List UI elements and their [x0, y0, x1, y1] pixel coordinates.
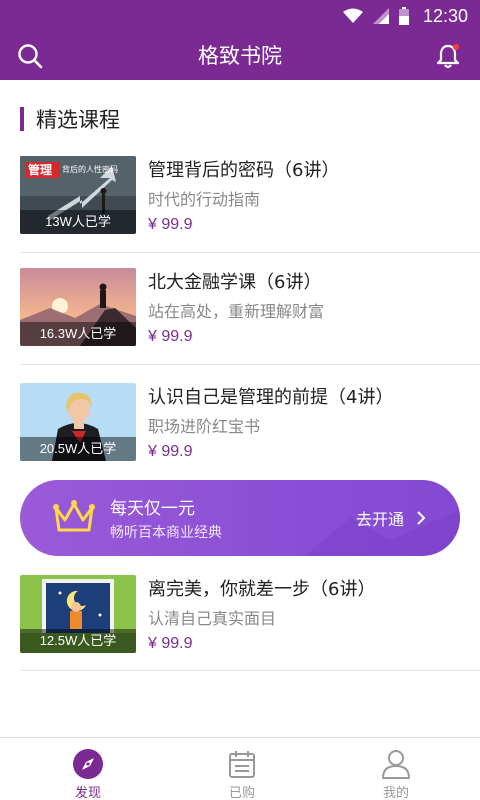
section-header: 精选课程 [20, 106, 120, 132]
course-subtitle: 认清自己真实面目 [148, 609, 277, 628]
section-accent-bar [20, 107, 24, 131]
course-item[interactable]: 管理 背后的人性密码 13W人已学 管理背后的密码（6讲） 时代的行动指南 ¥ … [20, 156, 460, 266]
signal-icon [372, 8, 389, 24]
course-subtitle: 站在高处，重新理解财富 [148, 302, 325, 321]
tab-label: 发现 [74, 786, 101, 800]
course-thumbnail: 20.5W人已学 [20, 383, 136, 461]
course-thumbnail: 16.3W人已学 [20, 268, 136, 346]
learner-count: 12.5W人已学 [20, 629, 136, 653]
status-bar: 12:30 [0, 0, 480, 32]
status-icons: 12:30 [342, 0, 468, 32]
learner-count: 13W人已学 [20, 210, 136, 234]
tab-discover[interactable]: 发现 [8, 738, 168, 800]
page-title: 格致书院 [198, 44, 282, 68]
membership-banner[interactable]: 每天仅一元 畅听百本商业经典 去开通 [20, 480, 460, 556]
course-item[interactable]: 20.5W人已学 认识自己是管理的前提（4讲） 职场进阶红宝书 ¥ 99.9 [20, 383, 460, 493]
course-title[interactable]: 北大金融学课（6讲） [148, 268, 321, 294]
course-item[interactable]: 16.3W人已学 北大金融学课（6讲） 站在高处，重新理解财富 ¥ 99.9 [20, 268, 460, 378]
tab-label: 我的 [382, 786, 409, 800]
crown-icon [53, 500, 95, 532]
activate-button[interactable]: 去开通 [356, 506, 426, 530]
section-title: 精选课程 [36, 108, 120, 132]
banner-title: 每天仅一元 [110, 499, 195, 519]
notification-dot [453, 44, 459, 50]
battery-icon [398, 7, 409, 25]
tab-me[interactable]: 我的 [316, 738, 476, 800]
learner-count: 16.3W人已学 [20, 322, 136, 346]
course-price: ¥ 99.9 [148, 216, 193, 233]
divider [20, 252, 480, 253]
divider [20, 364, 480, 365]
app-bar: 格致书院 [0, 32, 480, 80]
course-title[interactable]: 管理背后的密码（6讲） [148, 156, 339, 182]
compass-icon [73, 749, 103, 779]
course-price: ¥ 99.9 [148, 635, 193, 652]
divider [20, 670, 480, 671]
calendar-icon [229, 751, 255, 778]
course-title[interactable]: 认识自己是管理的前提（4讲） [148, 383, 393, 409]
course-price: ¥ 99.9 [148, 328, 193, 345]
banner-subtitle: 畅听百本商业经典 [110, 525, 222, 541]
course-subtitle: 职场进阶红宝书 [148, 417, 261, 436]
chevron-right-icon [417, 511, 426, 525]
course-thumbnail: 12.5W人已学 [20, 575, 136, 653]
course-subtitle: 时代的行动指南 [148, 190, 261, 209]
bottom-tab-bar: 发现 已购 我的 [0, 737, 480, 800]
tab-label: 已购 [228, 786, 255, 800]
status-time: 12:30 [422, 5, 468, 26]
course-price: ¥ 99.9 [148, 443, 193, 460]
course-title[interactable]: 离完美，你就差一步（6讲） [148, 575, 375, 601]
wifi-icon [342, 8, 363, 23]
bell-icon[interactable] [434, 42, 462, 70]
thumbnail-subtitle: 背后的人性密码 [62, 165, 118, 174]
thumbnail-title: 管理 [28, 163, 53, 177]
course-item[interactable]: 12.5W人已学 离完美，你就差一步（6讲） 认清自己真实面目 ¥ 99.9 [20, 575, 460, 685]
learner-count: 20.5W人已学 [20, 437, 136, 461]
tab-purchased[interactable]: 已购 [162, 738, 322, 800]
activate-label: 去开通 [355, 510, 404, 529]
course-thumbnail: 管理 背后的人性密码 13W人已学 [20, 156, 136, 234]
user-icon [382, 750, 410, 779]
